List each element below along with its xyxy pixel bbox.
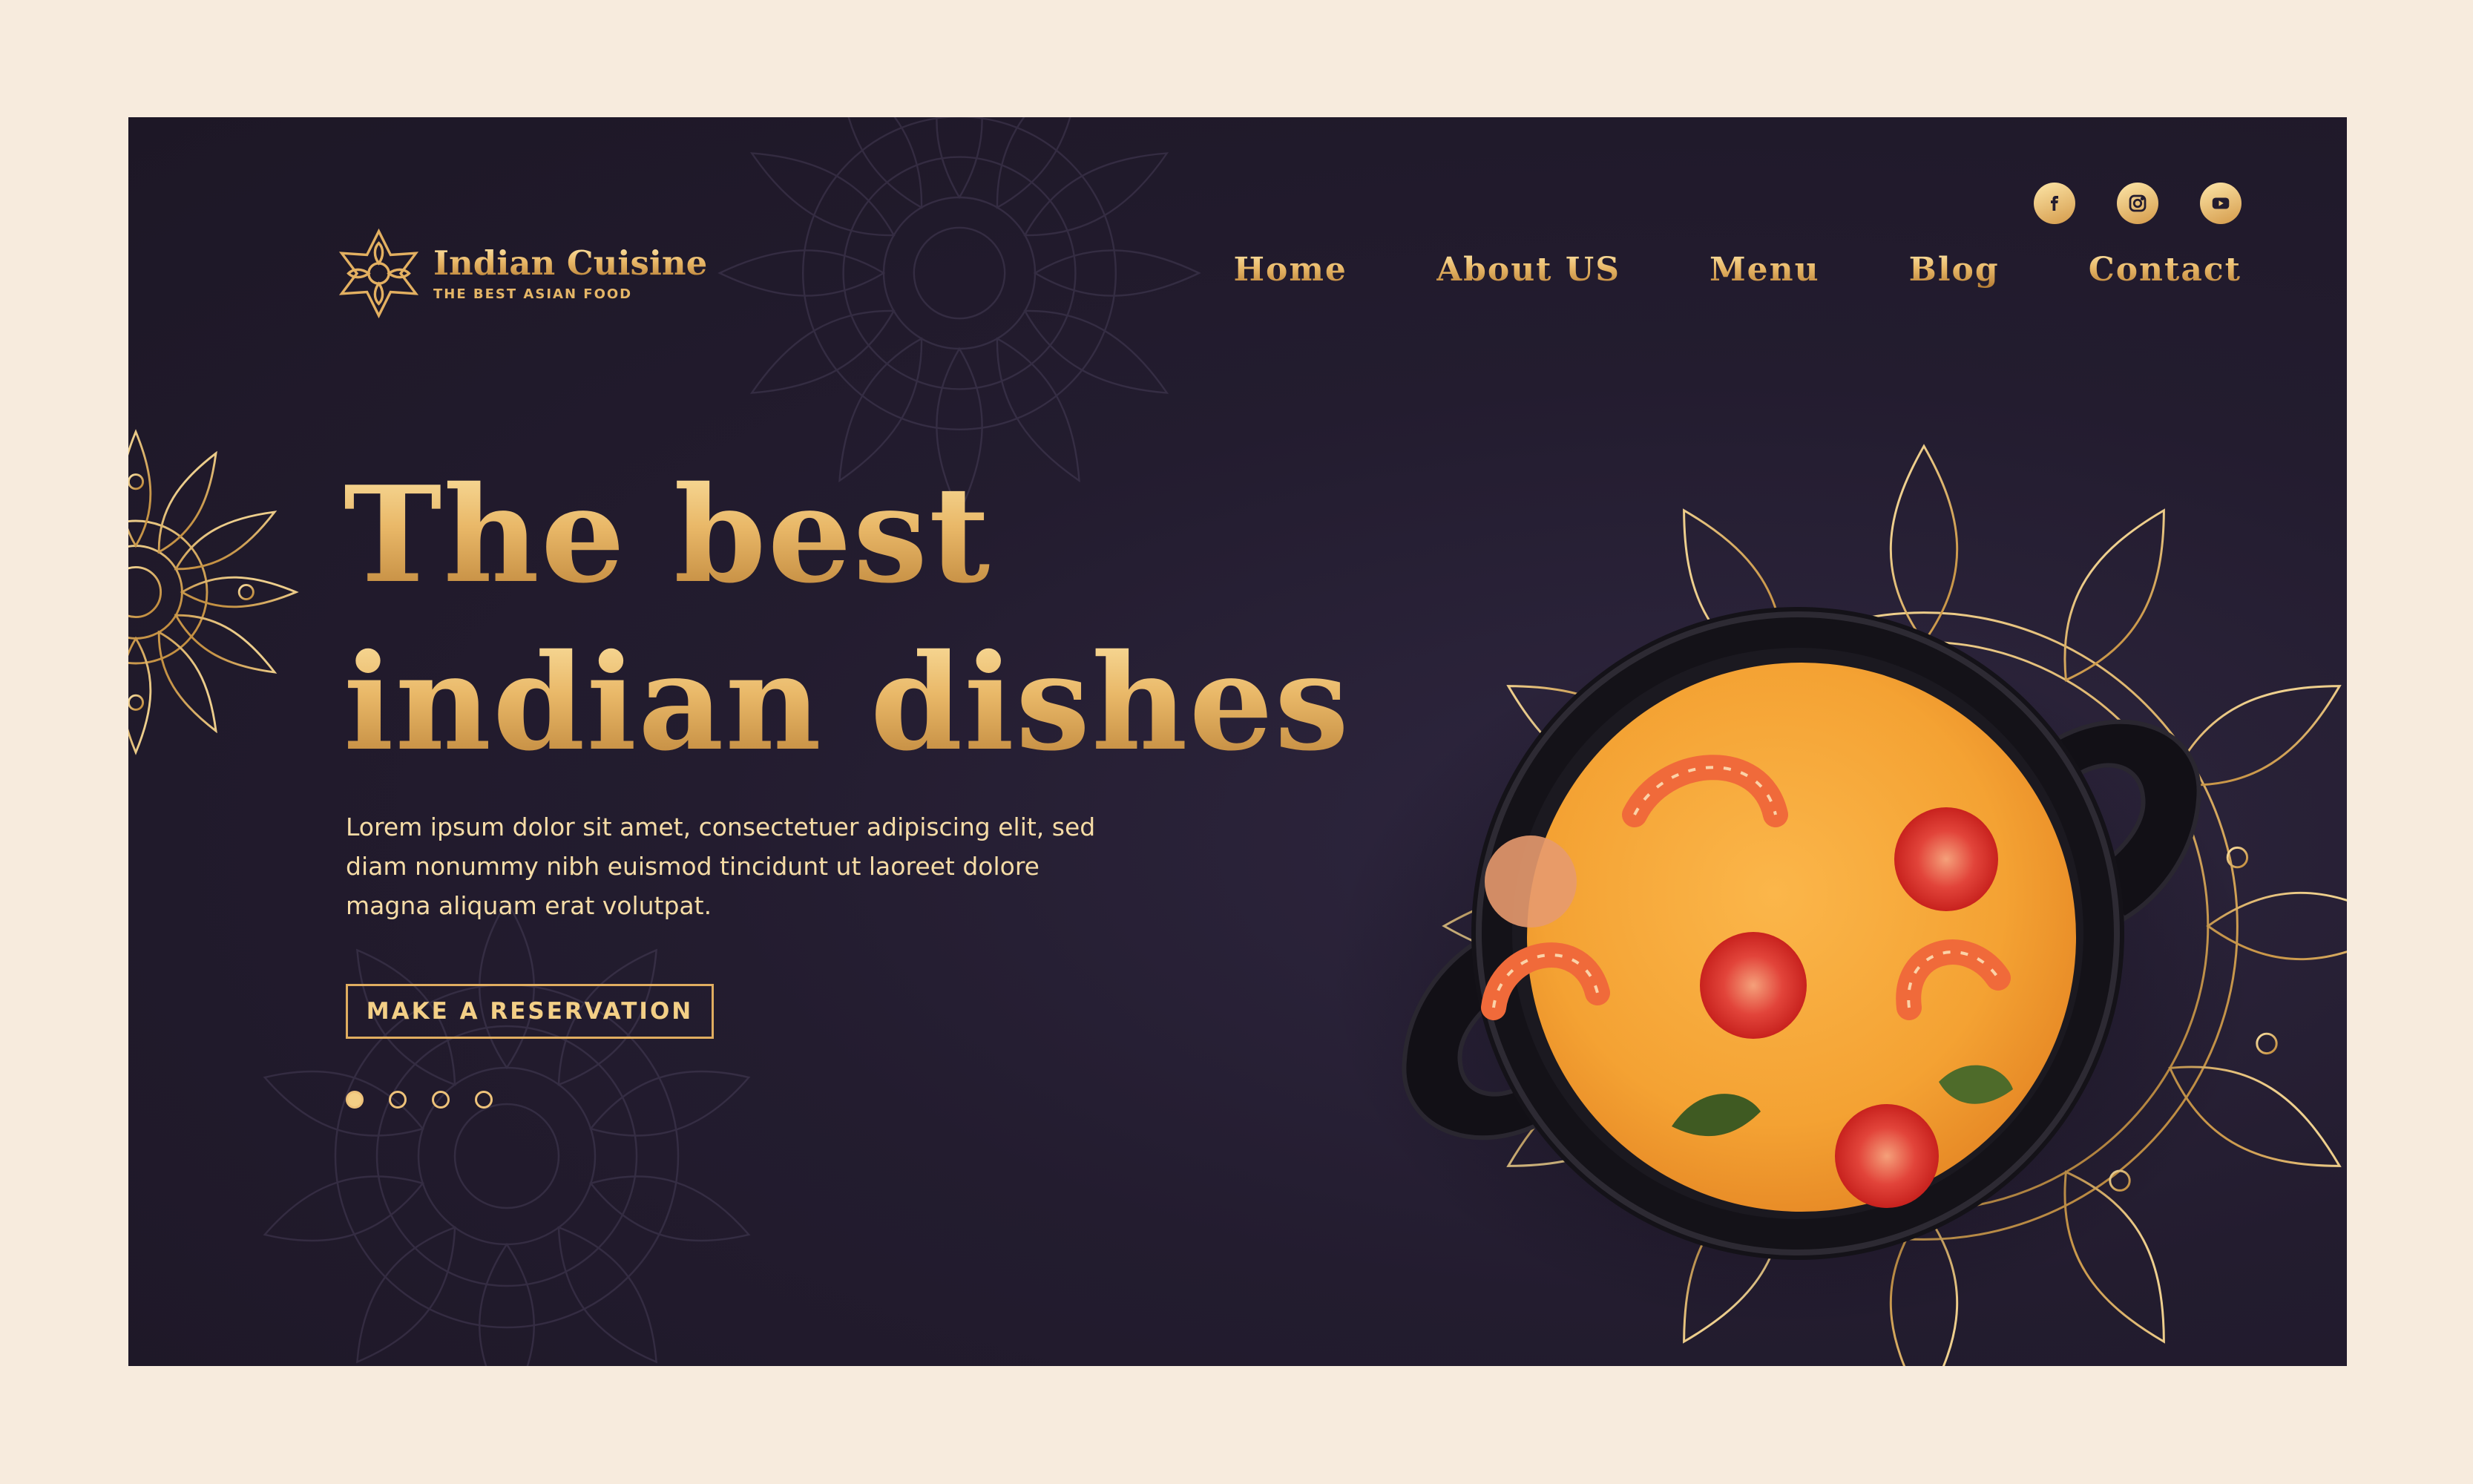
nav-menu[interactable]: Menu	[1710, 251, 1820, 289]
slider-dot-1[interactable]	[346, 1091, 364, 1109]
youtube-icon[interactable]	[2200, 183, 2242, 224]
curry-dish-image	[1330, 607, 2250, 1327]
main-nav: Home About US Menu Blog Contact	[1144, 251, 2242, 289]
slider-dots	[346, 1091, 493, 1109]
social-links	[2034, 183, 2242, 224]
hero-title-line-1: The best	[344, 451, 1350, 619]
hero-title: The best indian dishes	[344, 451, 1350, 787]
nav-contact[interactable]: Contact	[2089, 251, 2242, 289]
nav-home[interactable]: Home	[1233, 251, 1347, 289]
brand-tagline: THE BEST ASIAN FOOD	[433, 286, 633, 302]
hero-description: Lorem ipsum dolor sit amet, consectetuer…	[346, 812, 1096, 920]
instagram-icon[interactable]	[2117, 183, 2158, 224]
background-mandala	[263, 899, 751, 1366]
hero-banner: Indian Cuisine THE BEST ASIAN FOOD Home …	[128, 117, 2347, 1366]
nav-blog[interactable]: Blog	[1909, 251, 2000, 289]
brand-name: Indian Cuisine	[433, 243, 708, 283]
slider-dot-2[interactable]	[389, 1091, 407, 1109]
make-reservation-button[interactable]: MAKE A RESERVATION	[346, 984, 714, 1039]
slider-dot-3[interactable]	[432, 1091, 450, 1109]
slider-dot-4[interactable]	[475, 1091, 493, 1109]
nav-about[interactable]: About US	[1436, 251, 1620, 289]
mandala-logo-icon	[338, 228, 419, 319]
left-mandala-ornament	[128, 429, 299, 755]
hero-title-line-2: indian dishes	[344, 619, 1350, 787]
facebook-icon[interactable]	[2034, 183, 2075, 224]
brand-logo[interactable]: Indian Cuisine THE BEST ASIAN FOOD	[336, 227, 707, 320]
